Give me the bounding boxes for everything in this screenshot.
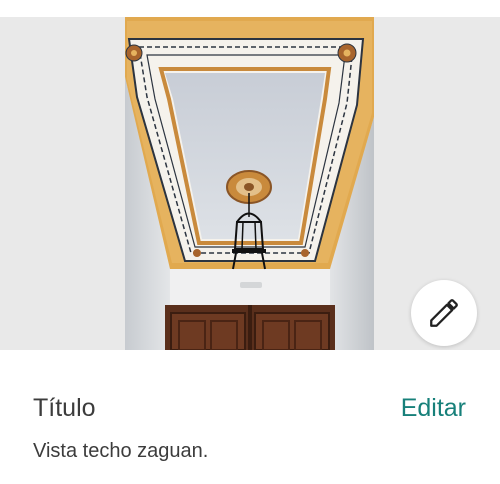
title-label: Título: [33, 394, 96, 422]
photo-description: Vista techo zaguan.: [33, 440, 209, 462]
pencil-icon: [430, 299, 458, 327]
photo-viewer: [0, 17, 500, 350]
edit-title-button[interactable]: Editar: [401, 393, 466, 423]
edit-photo-button[interactable]: [411, 280, 477, 346]
ceiling-photo: [125, 17, 374, 350]
photo-details: Título Editar Vista techo zaguan.: [0, 350, 500, 484]
